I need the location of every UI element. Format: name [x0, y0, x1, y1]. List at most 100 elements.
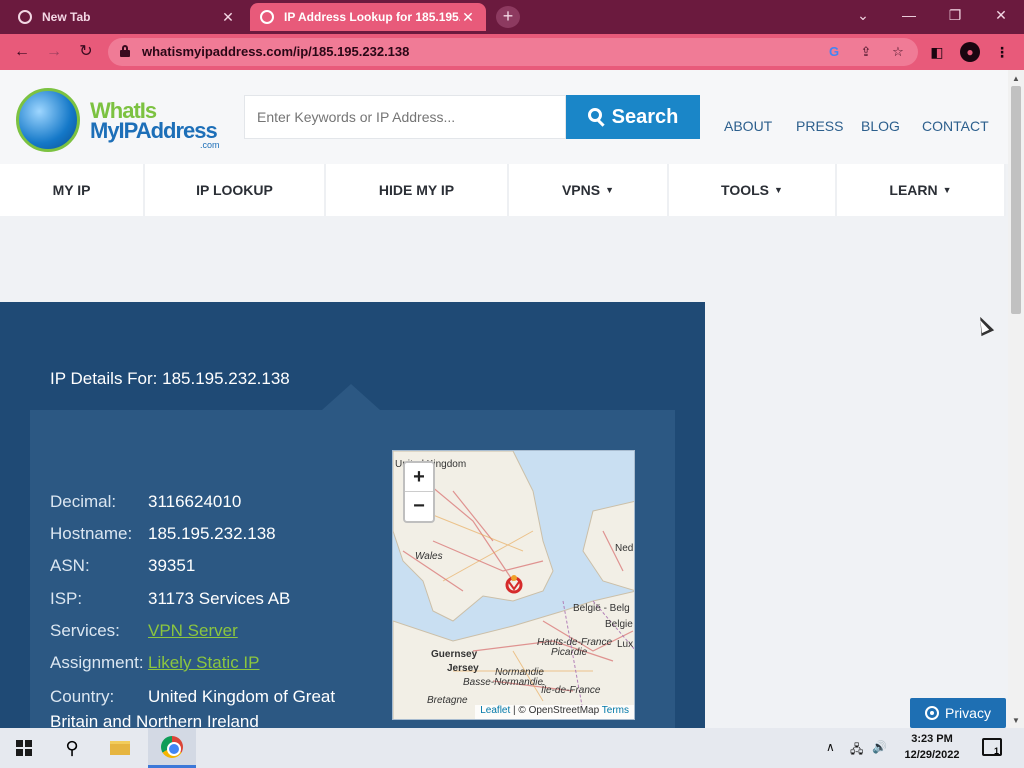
notification-center-icon[interactable]: 1 [982, 738, 1002, 756]
leaflet-link[interactable]: Leaflet [480, 705, 510, 716]
detail-key: ISP: [50, 589, 83, 608]
terms-link[interactable]: Terms [602, 705, 629, 716]
zoom-in-button[interactable]: + [405, 463, 433, 492]
nav-label: HIDE MY IP [378, 182, 455, 198]
nav-learn[interactable]: LEARN ▼ [837, 164, 1006, 216]
logo-text-line2: MyIPAddress [90, 118, 218, 143]
close-window-button[interactable]: ✕ [978, 0, 1024, 30]
back-button[interactable]: ← [10, 40, 34, 64]
blog-link[interactable]: BLOG [861, 118, 900, 134]
tab-title: IP Address Lookup for 185.195.232.138 [284, 10, 460, 24]
map-label: Lux [617, 639, 634, 650]
reload-button[interactable]: ↻ [74, 40, 98, 64]
site-header: WhatIs MyIPAddress .com Search ABOUT PRE… [0, 70, 1008, 164]
detail-key: Country: [50, 687, 115, 706]
zoom-out-button[interactable]: − [405, 492, 433, 521]
detail-row-hostname: Hostname: 185.195.232.138 [50, 524, 276, 544]
location-map[interactable]: United Kingdom Wales Guernsey Jersey Bre… [392, 450, 635, 720]
menu-dots-icon[interactable]: ⋮ [990, 40, 1014, 64]
search-icon [587, 108, 606, 127]
map-attribution: Leaflet | © OpenStreetMap Terms [475, 705, 634, 719]
side-panel-icon[interactable]: ◧ [925, 40, 949, 64]
lock-icon[interactable] [120, 45, 130, 57]
network-icon[interactable]: 🖧 [850, 740, 863, 761]
detail-value: 39351 [148, 556, 196, 575]
nav-my-ip[interactable]: MY IP [0, 164, 145, 216]
vpn-server-link[interactable]: VPN Server [148, 621, 238, 640]
system-clock[interactable]: 3:23 PM 12/29/2022 [890, 731, 974, 763]
chrome-icon [161, 735, 183, 758]
site-logo[interactable]: WhatIs MyIPAddress .com [16, 88, 226, 158]
search-input[interactable] [244, 95, 566, 139]
map-zoom-control: + − [403, 461, 435, 523]
map-label: Jersey [447, 663, 479, 674]
dropdown-caret-icon: ▼ [942, 185, 952, 195]
nav-tools[interactable]: TOOLS ▼ [669, 164, 837, 216]
nav-vpns[interactable]: VPNS ▼ [509, 164, 669, 216]
chrome-favicon-icon [18, 10, 32, 24]
detail-key: ASN: [50, 556, 90, 575]
about-link[interactable]: ABOUT [724, 118, 772, 134]
map-label: Picardie [551, 647, 588, 658]
nav-label: LEARN [889, 182, 938, 198]
map-label: Basse-Normandie [463, 677, 544, 688]
web-page: WhatIs MyIPAddress .com Search ABOUT PRE… [0, 70, 1008, 728]
scroll-down-arrow-icon[interactable]: ▼ [1008, 714, 1024, 728]
scroll-thumb[interactable] [1011, 86, 1021, 314]
start-button[interactable] [0, 728, 48, 768]
forward-button[interactable]: → [42, 40, 66, 64]
privacy-label: Privacy [945, 705, 991, 721]
nav-label: VPNS [561, 182, 601, 198]
tab-close-icon[interactable]: ✕ [220, 9, 236, 26]
nav-hide-my-ip[interactable]: HIDE MY IP [326, 164, 509, 216]
restore-button[interactable]: ❐ [932, 0, 978, 30]
tab-ip-lookup[interactable]: IP Address Lookup for 185.195.232.138 ✕ [250, 3, 486, 31]
press-link[interactable]: PRESS [796, 118, 843, 134]
new-tab-button[interactable]: + [496, 6, 520, 28]
detail-key: Decimal: [50, 492, 117, 511]
share-icon[interactable]: ⇪ [856, 42, 876, 62]
bookmark-star-icon[interactable]: ☆ [888, 42, 908, 62]
dropdown-caret-icon: ▼ [605, 185, 615, 195]
globe-logo-icon [16, 88, 80, 152]
minimize-button[interactable]: — [886, 0, 932, 30]
detail-row-isp: ISP: 31173 Services AB [50, 589, 290, 609]
globe-favicon-icon [260, 10, 274, 24]
tab-new-tab[interactable]: New Tab ✕ [8, 3, 246, 31]
search-button-label: Search [611, 105, 679, 128]
detail-key: Assignment: [50, 653, 144, 672]
nav-ip-lookup[interactable]: IP LOOKUP [145, 164, 326, 216]
likely-static-ip-link[interactable]: Likely Static IP [148, 653, 260, 672]
map-label: Wales [415, 551, 443, 562]
address-bar[interactable]: whatismyipaddress.com/ip/185.195.232.138… [108, 38, 918, 66]
contact-link[interactable]: CONTACT [922, 118, 989, 134]
detail-row-asn: ASN: 39351 [50, 556, 195, 576]
search-button[interactable]: Search [566, 95, 700, 139]
google-translate-icon[interactable]: G [824, 42, 844, 62]
tab-close-icon[interactable]: ✕ [460, 9, 476, 26]
profile-avatar-icon[interactable]: ● [960, 42, 980, 62]
gear-icon [925, 706, 940, 720]
attribution-text: | © OpenStreetMap [510, 705, 602, 716]
scroll-up-arrow-icon[interactable]: ▲ [1008, 72, 1024, 86]
privacy-button[interactable]: Privacy [910, 698, 1006, 728]
tab-search-chevron-icon[interactable]: ⌄ [840, 0, 886, 30]
detail-key: Services: [50, 621, 120, 640]
url-text: whatismyipaddress.com/ip/185.195.232.138 [142, 44, 410, 59]
map-label: Île-de-France [541, 685, 601, 696]
file-explorer-button[interactable] [96, 728, 144, 768]
page-scrollbar[interactable]: ▲ ▼ [1008, 70, 1024, 728]
search-taskbar-icon[interactable]: ⚲ [48, 728, 96, 768]
detail-row-services: Services: VPN Server [50, 621, 238, 641]
nav-label: MY IP [52, 182, 91, 198]
browser-titlebar: New Tab ✕ IP Address Lookup for 185.195.… [0, 0, 1024, 34]
panel-notch [322, 384, 380, 410]
map-label: Bretagne [427, 695, 468, 706]
tray-chevron-up-icon[interactable]: ∧ [826, 740, 835, 754]
tab-title: New Tab [42, 10, 91, 24]
folder-icon [110, 741, 130, 755]
main-nav: MY IP IP LOOKUP HIDE MY IP VPNS ▼ TOOLS ▼ … [0, 164, 1008, 218]
volume-icon[interactable]: 🔊 [872, 740, 887, 754]
nav-label: IP LOOKUP [196, 182, 273, 198]
chrome-taskbar-button[interactable] [148, 728, 196, 768]
